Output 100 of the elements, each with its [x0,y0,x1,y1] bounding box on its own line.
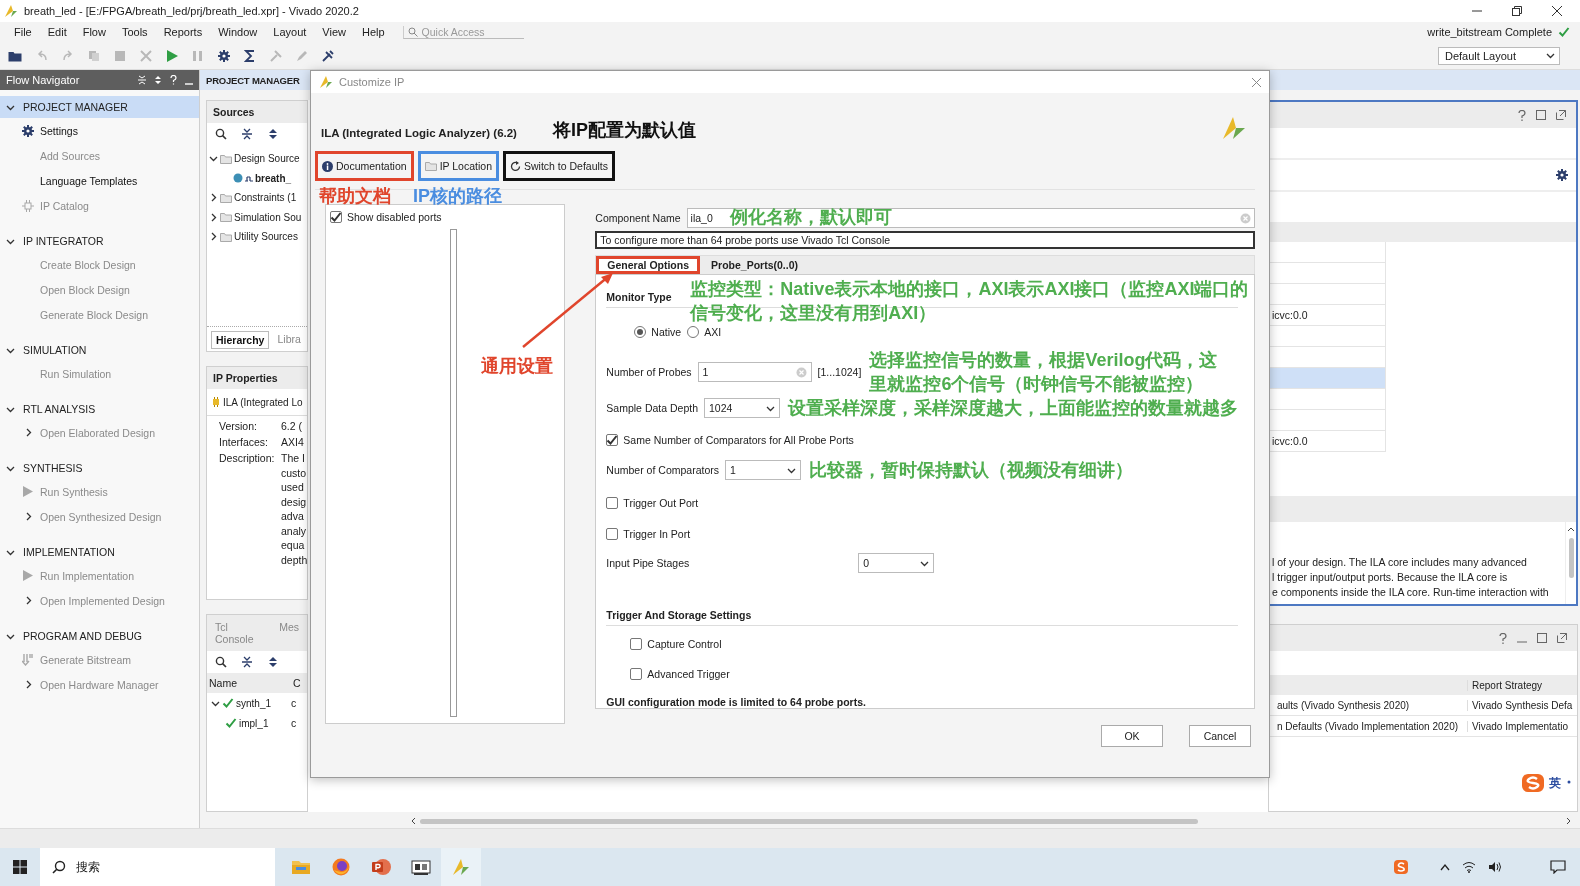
layout-dropdown[interactable]: Default Layout [1438,46,1560,65]
dropdown[interactable]: 1024 [704,398,780,418]
menu-item[interactable]: File [6,26,40,38]
input-method-indicator[interactable]: 英 [1521,773,1573,793]
menu-item[interactable]: Layout [265,26,315,38]
nav-section-header[interactable]: SIMULATION [0,339,199,361]
run-icon[interactable] [166,49,178,62]
browser-icon[interactable] [332,858,350,876]
collapse-all-icon[interactable] [241,128,253,140]
presentation-app-icon[interactable] [371,858,391,876]
radio-button[interactable]: AXI [687,326,722,338]
description-text: e components inside the ILA core. Run-time interaction with [1271,585,1550,600]
notification-icon[interactable] [1550,860,1566,874]
property-value: 6.2 ( [281,420,302,432]
left-icon [410,817,416,825]
checkbox[interactable]: Trigger In Port [606,528,691,540]
help-icon[interactable] [1499,632,1507,644]
expand-all-icon[interactable] [267,656,279,668]
checkbox[interactable]: Same Number of Comparators for All Probe Ports [606,434,854,446]
caret-up-icon[interactable] [1440,863,1450,871]
dropdown[interactable]: 0 [858,553,935,573]
maximize-icon[interactable] [1536,110,1546,120]
field-label: Input Pipe Stages [606,557,691,569]
radio-button[interactable]: Native [634,326,682,338]
toolbar-button[interactable]: IP Location [417,151,499,181]
wifi-icon[interactable] [1462,861,1476,873]
component-name-field[interactable]: ila_0 例化名称，默认即可 [686,208,1255,228]
checkbox[interactable]: Trigger Out Port [606,497,699,509]
expand-all-icon[interactable] [267,128,279,140]
search-field[interactable]: 搜索 [40,848,275,886]
info-icon [322,160,333,172]
menu-item[interactable]: Flow [74,26,114,38]
table-cell[interactable]: synth_1 [207,693,291,713]
scroll-bar[interactable] [450,229,457,717]
panel-title: Flow Navigator [6,74,81,86]
sigma-icon[interactable] [244,49,256,62]
field-label: Number of Comparators [606,464,719,476]
table-cell[interactable]: impl_1 [207,713,291,733]
dialog-title: Customize IP [339,76,406,88]
settings-icon [218,49,230,62]
tree-item[interactable]: Utility Sources [209,227,307,247]
dropdown[interactable]: 1 [725,460,801,480]
sogou-tray-icon[interactable] [1394,860,1408,874]
toolbar-button[interactable]: Documentation [315,151,414,181]
scroll-bar[interactable] [410,816,1572,826]
menu-item[interactable]: Help [353,26,393,38]
tab[interactable]: Libra [273,331,305,349]
speaker-icon[interactable] [1488,861,1502,873]
search-icon[interactable] [215,656,227,668]
panel-title: Sources [207,101,307,123]
menu-item[interactable]: Reports [155,26,211,38]
nav-section-header[interactable]: IP INTEGRATOR [0,230,199,252]
help-icon[interactable] [1518,109,1526,121]
close-icon[interactable] [1552,6,1562,16]
collapse-all-icon[interactable] [241,656,253,668]
search-icon[interactable] [215,128,227,140]
annotation-text: 帮助文档 [319,185,391,207]
video-app-icon[interactable] [411,858,431,876]
up-icon [1567,526,1575,532]
checkbox[interactable]: Show disabled ports [330,211,565,223]
tab[interactable]: General Options [596,256,701,274]
maximize-icon[interactable] [1537,633,1547,643]
nav-section-header[interactable]: RTL ANALYSIS [0,398,199,420]
nav-section-header[interactable]: PROGRAM AND DEBUG [0,625,199,647]
tree-item[interactable]: Design Source [209,149,307,169]
open-project-icon[interactable] [8,49,22,62]
property-label: Interfaces: [219,436,270,448]
windows-start-icon[interactable] [13,860,27,874]
tree-item[interactable]: Constraints (1 [209,188,307,208]
nav-section-header[interactable]: SYNTHESIS [0,457,199,479]
nav-item[interactable]: Language Templates [0,168,199,193]
float-icon[interactable] [1557,633,1567,643]
folder-icon[interactable] [291,859,311,875]
expand-all-icon[interactable] [154,75,162,85]
tab[interactable]: Hierarchy [211,331,270,349]
annotation-text: 将IP配置为默认值 [553,119,696,141]
reset-icon [510,160,521,172]
menu-item[interactable]: Edit [39,26,75,38]
menu-item[interactable]: View [314,26,354,38]
tool-icon[interactable] [322,49,334,62]
checkbox[interactable]: Advanced Trigger [630,668,730,680]
nav-item[interactable]: Settings [0,118,199,143]
nav-section-header[interactable]: IMPLEMENTATION [0,541,199,563]
float-icon[interactable] [1556,110,1566,120]
tree-item[interactable]: breath_ [209,168,307,188]
restore-icon[interactable] [1512,6,1522,16]
number-field[interactable]: 1 [697,362,812,382]
search-icon [52,860,66,874]
menu-item[interactable]: Tools [113,26,156,38]
folder-icon [220,192,232,203]
toolbar-button[interactable]: Switch to Defaults [503,151,616,181]
dialog-button[interactable]: Cancel [1189,725,1251,747]
property-value: analy [281,524,307,537]
range-hint: [1...1024] [817,366,862,378]
vivado-app-icon[interactable] [452,858,470,876]
menu-item[interactable]: Window [210,26,266,38]
nav-section-header[interactable]: PROJECT MANAGER [0,96,199,118]
checkbox[interactable]: Capture Control [630,638,722,650]
tree-item[interactable]: Simulation Sou [209,207,307,227]
dialog-button[interactable]: OK [1101,725,1163,747]
